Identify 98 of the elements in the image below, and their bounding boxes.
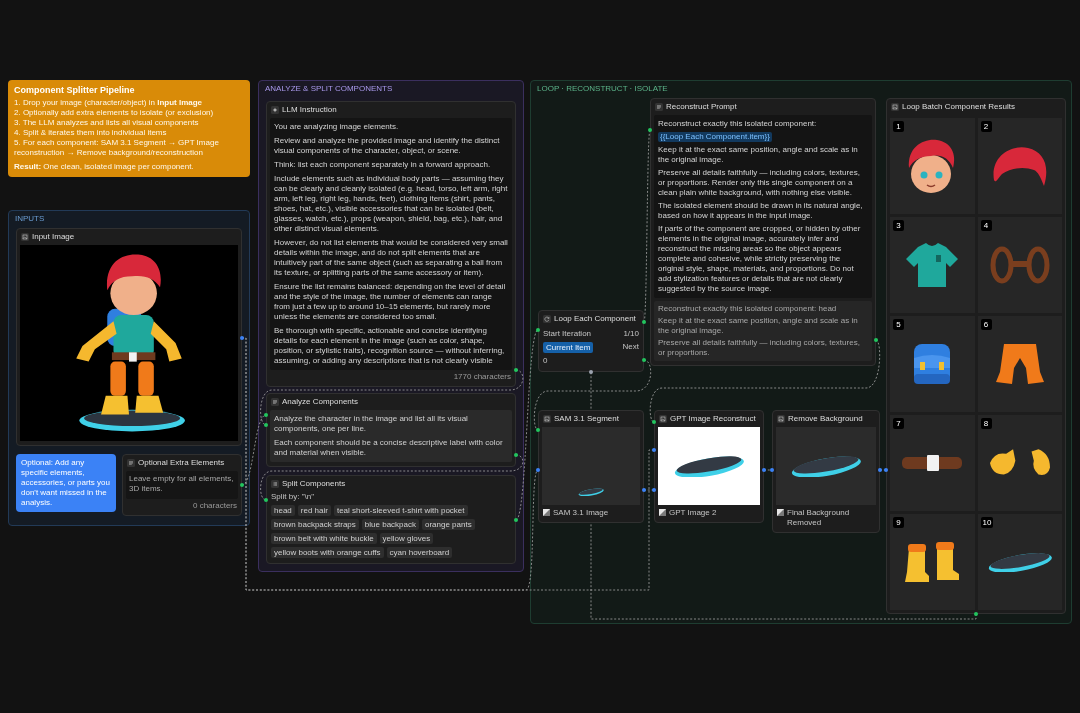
text-icon: [271, 398, 279, 406]
image-icon: [777, 415, 785, 423]
node-title: Analyze Components: [282, 397, 359, 407]
prompt-paragraph: However, do not list elements that would be considered very small details within the image, and do not split elements that are intuitively part of the same object (such as separating a ball from its texture, or splitting parts of the same accessory or item).: [274, 238, 508, 278]
hoverboard-drawing: [674, 455, 744, 477]
note-step: 2. Optionally add extra elements to isolate (or exclusion): [14, 108, 244, 118]
sparkle-icon: [271, 106, 279, 114]
hoverboard-drawing: [578, 488, 604, 496]
prompt-paragraph: If parts of the component are cropped, or hidden by other elements in the original image, accurately infer and reconstruct the missing areas so the object appears complete and cohesive, while strictly preserving the original style, shape, materials, and proportions. Do not add stylization features or details that are not clearly suggested by the source image.: [658, 224, 862, 294]
number-badge: 4: [980, 220, 992, 231]
hoverboard-drawing: [791, 455, 861, 477]
prompt-paragraph: Preserve all details faithfully — including colors, textures, or proportions. Render only this single component on a clean plain white background, with nothing else visible.: [658, 168, 861, 198]
note-card: Optional: Add any specific elements, accessories, or parts you don't want missed in the analysis.: [16, 454, 116, 512]
prompt-paragraph: Think: list each component separately in a forward approach.: [274, 160, 492, 170]
number-badge: 1: [893, 121, 904, 132]
character-count: 1770 characters: [452, 371, 512, 383]
prompt-paragraph: Review and analyze the provided image and identify the distinct visual components of the character, object, or scene.: [274, 136, 501, 156]
number-badge: 2: [980, 121, 992, 132]
list-icon: [271, 480, 279, 488]
node-title: Remove Background: [788, 414, 863, 424]
image-icon: [659, 509, 666, 516]
prompt-paragraph: You are analyzing image elements.: [274, 122, 400, 132]
output-label: Next: [622, 342, 639, 352]
note-result: Result: One clean, isolated image per component.: [14, 162, 195, 172]
image-caption: Final Background Removed: [787, 508, 851, 528]
number-badge: 10: [980, 517, 994, 528]
image-icon: [543, 509, 550, 516]
pants-drawing: [995, 344, 1044, 384]
field-label: Start Iteration: [543, 328, 592, 339]
component-tag: brown belt with white buckle: [271, 533, 377, 544]
prompt-paragraph: Reconstruct exactly this isolated component:: [658, 119, 818, 129]
preview-line: Reconstruct exactly this isolated component: head: [658, 304, 838, 314]
component-tag: blue backpack: [361, 519, 419, 530]
text-icon: [655, 103, 663, 111]
text-icon: [127, 459, 135, 467]
split-setting: Split by: "\n": [270, 492, 316, 502]
note-step: 4. Split & iterates them into individual items: [14, 128, 244, 138]
note-step: 5. For each component: SAM 3.1 Segment → GPT Image reconstruction → Remove background/reconstruction: [14, 138, 244, 158]
component-tag: teal short-sleeved t-shirt with pocket: [333, 505, 468, 516]
image-icon: [21, 233, 29, 241]
image-caption: SAM 3.1 Image: [553, 508, 609, 518]
prompt-paragraph: Keep it at the exact same position, angle and scale as in the original image.: [658, 145, 859, 165]
output-paragraph: Each component should be a concise descriptive label with color and material when visible.: [274, 438, 504, 458]
node-title: LLM Instruction: [282, 105, 337, 115]
image-icon: [891, 103, 899, 111]
node-title: Split Components: [282, 479, 346, 489]
image-icon: [543, 415, 551, 423]
component-tag: yellow boots with orange cuffs: [271, 547, 384, 558]
belt-drawing: [902, 455, 963, 471]
node-title: Input Image: [32, 232, 75, 242]
current-item-field[interactable]: Current Item: [543, 341, 594, 353]
note-step: 3. The LLM analyzes and lists all visual components: [14, 118, 244, 128]
node-title: GPT Image Reconstruct: [670, 414, 756, 424]
index-value: 0: [543, 355, 548, 366]
group-title: ANALYZE & SPLIT COMPONENTS: [265, 84, 394, 94]
group-title: LOOP · RECONSTRUCT · ISOLATE: [537, 84, 669, 94]
node-title: Reconstruct Prompt: [666, 102, 737, 112]
prompt-paragraph: The isolated element should be drawn in its natural angle, based on how it appears in the input image.: [658, 201, 864, 221]
gloves-drawing: [989, 449, 1050, 477]
number-badge: 9: [893, 517, 904, 528]
node-title: SAM 3.1 Segment: [554, 414, 619, 424]
character-count: 0 characters: [191, 500, 238, 512]
output-paragraph: Analyze the character in the image and list all its visual components, one per line.: [274, 414, 469, 434]
text-area[interactable]: [654, 115, 872, 298]
number-badge: 7: [893, 418, 904, 429]
number-badge: 3: [893, 220, 904, 231]
note-title: Component Splitter Pipeline: [14, 85, 136, 96]
boots-drawing: [905, 542, 960, 582]
component-tag: cyan hoverboard: [386, 547, 453, 558]
node-title: Loop Batch Component Results: [902, 102, 1015, 112]
number-badge: 6: [980, 319, 992, 330]
component-tag: yellow gloves: [379, 533, 434, 544]
field-value: 1/10: [623, 328, 639, 339]
component-tag: red hair: [297, 505, 331, 516]
variable-tag: {{Loop Each Component.item}}: [658, 132, 772, 142]
text-area[interactable]: Leave empty for all elements, 3D items.: [126, 471, 238, 499]
number-badge: 8: [980, 418, 992, 429]
prompt-paragraph: Include elements such as individual body parts — assuming they can be clearly and cleanly isolated (e.g. head, torso, left arm, right arm, left leg, right leg, hands, feet), clothing items (shirt, pants, shoes, hat, etc.), visible accessories that can be isolated (belt, glasses, watch, etc.), props (weapon, shield, bag, etc.), hair, and other distinct visual elements.: [274, 174, 508, 234]
hoverboard-drawing: [987, 552, 1052, 572]
image-icon: [659, 415, 667, 423]
note-step: 1. Drop your image (character/object) in Input Image: [14, 98, 244, 108]
node-title: Loop Each Component: [554, 314, 636, 324]
tshirt-drawing: [906, 243, 959, 287]
preview-line: Keep it at the exact same position, angle and scale as in the original image.: [658, 316, 859, 336]
loop-icon: [543, 315, 551, 323]
component-tag: head: [271, 505, 295, 516]
preview-line: Preserve all details faithfully — including colors, textures, or proportions.: [658, 338, 861, 358]
prompt-paragraph: Be thorough with specific, actionable and concise identifying details for each element in the image (such as color, shape, position, or stylistic traits), recognition source — without inferring, assuming, or adding any descriptions that is not clearly visible: [274, 326, 506, 366]
straps-drawing: [989, 246, 1050, 284]
component-tag: brown backpack straps: [271, 519, 359, 530]
image-icon: [777, 509, 784, 516]
node-title: Optional Extra Elements: [138, 458, 225, 468]
image-caption: GPT Image 2: [669, 508, 717, 518]
prompt-paragraph: Ensure the list remains balanced: depending on the level of detail and the style of the image, the number of elements can range from just a few up to around 10–15 elements, but rarely more unless the elements are considered too small.: [274, 282, 507, 322]
number-badge: 5: [893, 319, 904, 330]
group-title: INPUTS: [15, 214, 46, 224]
component-tag: orange pants: [422, 519, 475, 530]
backpack-drawing: [914, 344, 951, 384]
